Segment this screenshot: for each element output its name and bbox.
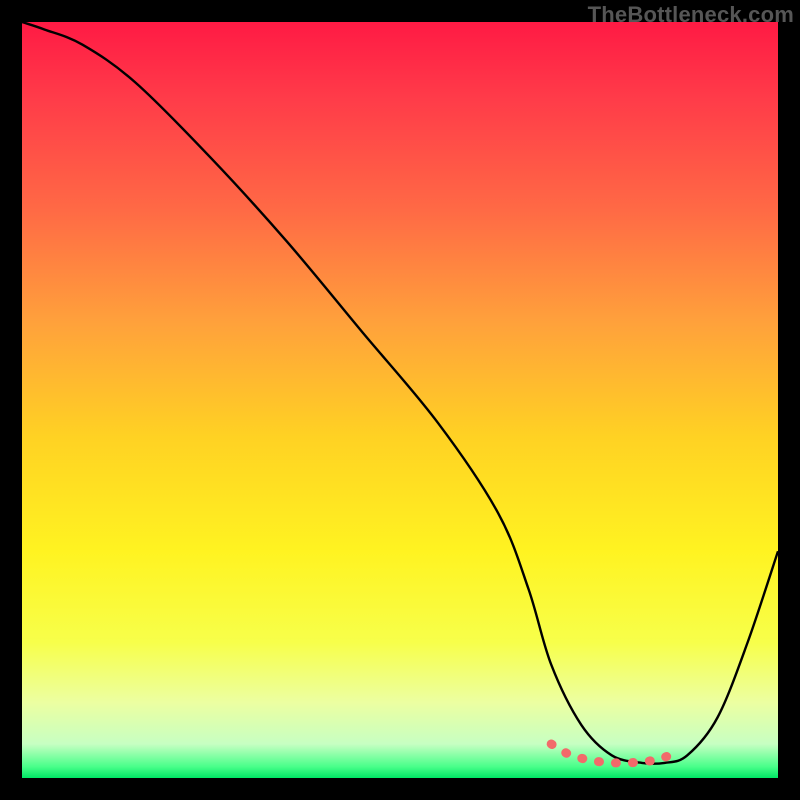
main-curve <box>22 22 778 764</box>
watermark-text: TheBottleneck.com <box>588 2 794 28</box>
bottom-marker-dots <box>551 744 680 763</box>
chart-root: TheBottleneck.com <box>0 0 800 800</box>
curve-layer <box>22 22 778 778</box>
plot-area <box>22 22 778 778</box>
